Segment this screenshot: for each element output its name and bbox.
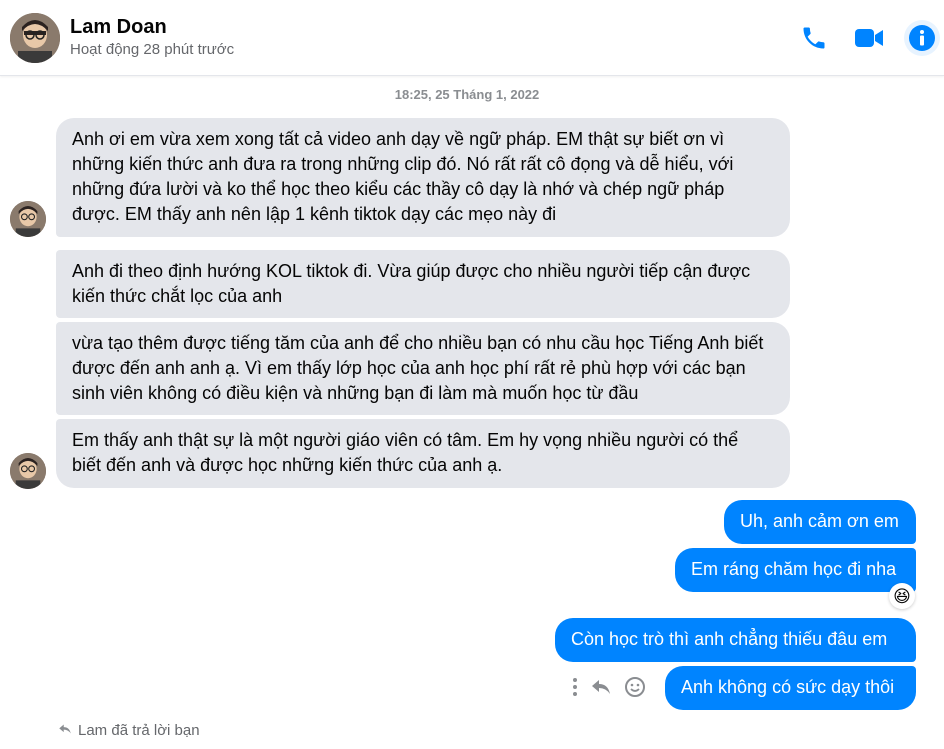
incoming-message[interactable]: Anh ơi em vừa xem xong tất cả video anh … bbox=[56, 118, 790, 237]
incoming-message[interactable]: Anh đi theo định hướng KOL tiktok đi. Vừ… bbox=[56, 250, 790, 318]
phone-icon[interactable] bbox=[796, 20, 832, 56]
contact-avatar-small[interactable] bbox=[10, 453, 46, 489]
info-icon[interactable] bbox=[904, 20, 940, 56]
video-camera-icon[interactable] bbox=[851, 20, 887, 56]
reply-indicator: Lam đã trả lời bạn bbox=[58, 722, 200, 739]
react-smiley-icon[interactable] bbox=[624, 676, 646, 698]
outgoing-message[interactable]: Em ráng chăm học đi nha bbox=[675, 548, 916, 592]
more-options-icon[interactable] bbox=[572, 677, 578, 697]
contact-avatar-small[interactable] bbox=[10, 201, 46, 237]
reply-note-text: Lam đã trả lời bạn bbox=[78, 722, 200, 739]
contact-status: Hoạt động 28 phút trước bbox=[70, 41, 235, 58]
outgoing-message[interactable]: Còn học trò thì anh chẳng thiếu đâu em bbox=[555, 618, 916, 662]
outgoing-message[interactable]: Anh không có sức dạy thôi bbox=[665, 666, 916, 710]
message-timestamp: 18:25, 25 Tháng 1, 2022 bbox=[394, 87, 540, 102]
contact-avatar[interactable] bbox=[10, 13, 60, 63]
contact-name[interactable]: Lam Doan bbox=[70, 16, 167, 39]
conversation-header: Lam Doan Hoạt động 28 phút trước bbox=[0, 0, 944, 76]
reply-icon[interactable] bbox=[590, 678, 612, 696]
incoming-message[interactable]: vừa tạo thêm được tiếng tăm của anh để c… bbox=[56, 322, 790, 415]
laughing-emoji-icon: 😆 bbox=[893, 586, 911, 606]
incoming-message[interactable]: Em thấy anh thật sự là một người giáo vi… bbox=[56, 419, 790, 488]
outgoing-message[interactable]: Uh, anh cảm ơn em bbox=[724, 500, 916, 544]
reply-arrow-icon bbox=[58, 722, 72, 739]
message-actions bbox=[572, 673, 646, 701]
message-reaction[interactable]: 😆 bbox=[889, 583, 915, 609]
